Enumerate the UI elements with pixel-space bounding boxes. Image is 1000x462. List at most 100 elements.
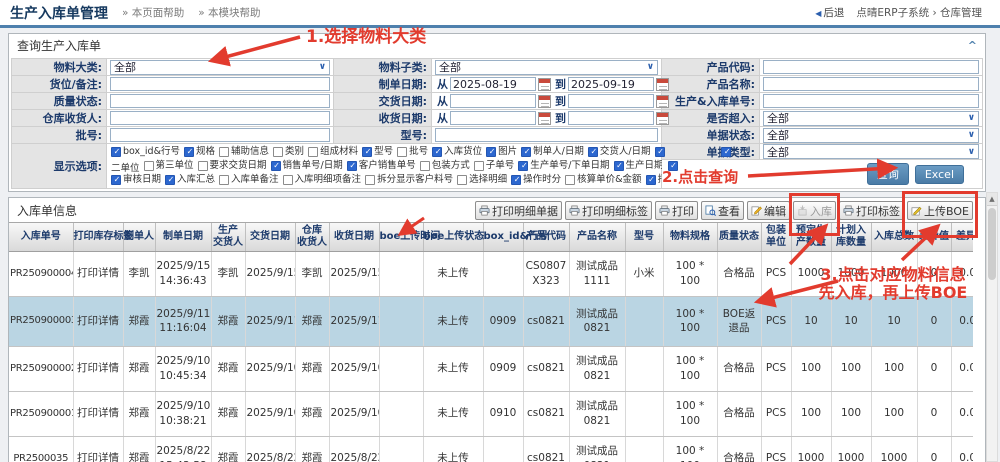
toolbar-button-上传BOE[interactable]: 上传BOE [907,201,973,220]
checkbox-unchecked-icon[interactable] [144,161,154,171]
product-code-input[interactable] [763,60,979,74]
make-date-from-input[interactable] [450,77,536,91]
checkbox-unchecked-icon[interactable] [273,147,283,157]
product-name-input[interactable] [763,77,979,91]
checkbox-checked-icon[interactable] [668,161,678,171]
quality-status-input[interactable] [110,94,330,108]
display-option-checkbox[interactable]: 销售单号/日期 [271,159,343,173]
table-row[interactable]: PR2500035打印详情郑霞2025/8/22 15:43:58郑霞2025/… [9,436,973,462]
calendar-icon[interactable] [656,78,669,91]
delivery-date-to-input[interactable] [568,94,654,108]
print-detail-link[interactable]: 打印详情 [73,436,123,462]
toolbar-button-打印明细标签[interactable]: 打印明细标签 [565,201,652,220]
print-detail-link[interactable]: 打印详情 [73,296,123,346]
material-class-select[interactable]: 全部 [110,60,330,75]
display-option-checkbox[interactable]: 客户销售单号 [347,159,416,173]
location-remark-input[interactable] [110,77,330,91]
toolbar-button-打印明细单据[interactable]: 打印明细单据 [475,201,562,220]
vertical-scrollbar[interactable]: ▲ [986,192,998,462]
back-button[interactable]: ◀后退 [815,5,844,20]
display-option-checkbox[interactable]: box_id&行号 [111,145,180,159]
display-option-checkbox[interactable]: 型号 [362,145,393,159]
calendar-icon[interactable] [538,95,551,108]
display-option-checkbox[interactable]: 审核日期 [111,173,161,187]
receive-date-from-input[interactable] [450,111,536,125]
print-detail-link[interactable]: 打印详情 [73,391,123,436]
display-option-checkbox[interactable]: 第三单位 [144,159,194,173]
module-help-link[interactable]: » 本模块帮助 [198,5,260,20]
excel-export-button[interactable]: Excel [915,165,964,184]
query-button[interactable]: 查询 [867,163,909,185]
display-option-checkbox[interactable]: 入库货位 [432,145,482,159]
checkbox-checked-icon[interactable] [521,147,531,157]
checkbox-unchecked-icon[interactable] [219,175,229,185]
checkbox-checked-icon[interactable] [721,147,731,157]
checkbox-unchecked-icon[interactable] [457,175,467,185]
display-option-checkbox[interactable]: 生产单号/下单日期 [518,159,609,173]
doc-type-select[interactable]: 全部 [763,144,979,159]
display-option-checkbox[interactable]: 入库单备注 [219,173,279,187]
collapse-panel-icon[interactable]: ^ [968,39,977,52]
checkbox-checked-icon[interactable] [486,147,496,157]
checkbox-checked-icon[interactable] [111,175,121,185]
checkbox-unchecked-icon[interactable] [365,175,375,185]
checkbox-checked-icon[interactable] [165,175,175,185]
checkbox-checked-icon[interactable] [511,175,521,185]
calendar-icon[interactable] [538,78,551,91]
checkbox-unchecked-icon[interactable] [397,147,407,157]
wh-receiver-input[interactable] [110,111,330,125]
calendar-icon[interactable] [656,112,669,125]
table-row[interactable]: PR250900002打印详情郑霞2025/9/10 10:45:34郑霞202… [9,346,973,391]
display-option-checkbox[interactable]: 核算单价&金额 [565,173,641,187]
display-option-checkbox[interactable]: 批号 [397,145,428,159]
display-option-checkbox[interactable]: 选择明细 [457,173,507,187]
calendar-icon[interactable] [538,112,551,125]
display-option-checkbox[interactable]: 组成材料 [308,145,358,159]
checkbox-checked-icon[interactable] [271,161,281,171]
toolbar-button-编辑[interactable]: 编辑 [747,201,790,220]
display-option-checkbox[interactable]: 规格 [184,145,215,159]
table-row[interactable]: PR250900003打印详情郑霞2025/9/11 11:16:04郑霞202… [9,296,973,346]
checkbox-checked-icon[interactable] [432,147,442,157]
display-option-checkbox[interactable]: 图片 [486,145,517,159]
checkbox-checked-icon[interactable] [184,147,194,157]
checkbox-unchecked-icon[interactable] [198,161,208,171]
checkbox-unchecked-icon[interactable] [420,161,430,171]
checkbox-unchecked-icon[interactable] [474,161,484,171]
checkbox-unchecked-icon[interactable] [308,147,318,157]
display-option-checkbox[interactable]: 要求交货日期 [198,159,267,173]
checkbox-checked-icon[interactable] [655,147,665,157]
batch-no-input[interactable] [110,128,330,142]
over-in-select[interactable]: 全部 [763,111,979,126]
checkbox-checked-icon[interactable] [347,161,357,171]
display-option-checkbox[interactable]: 入库明细项备注 [283,173,362,187]
checkbox-checked-icon[interactable] [111,147,121,157]
display-option-checkbox[interactable]: 子单号 [474,159,515,173]
delivery-date-from-input[interactable] [450,94,536,108]
receive-date-to-input[interactable] [568,111,654,125]
calendar-icon[interactable] [656,95,669,108]
display-option-checkbox[interactable]: 类别 [273,145,304,159]
table-row[interactable]: PR250900004打印详情李凯2025/9/15 14:36:43李凯202… [9,251,973,296]
table-row[interactable]: PR250900001打印详情郑霞2025/9/10 10:38:21郑霞202… [9,391,973,436]
checkbox-unchecked-icon[interactable] [219,147,229,157]
toolbar-button-打印标签[interactable]: 打印标签 [839,201,904,220]
checkbox-checked-icon[interactable] [518,161,528,171]
material-subclass-select[interactable]: 全部 [435,60,658,75]
toolbar-button-打印[interactable]: 打印 [655,201,698,220]
display-option-checkbox[interactable]: 制单人/日期 [521,145,584,159]
doc-status-select[interactable]: 全部 [763,128,979,143]
prod-in-no-input[interactable] [763,94,979,108]
make-date-to-input[interactable] [568,77,654,91]
model-input[interactable] [435,128,658,142]
display-option-checkbox[interactable]: 交货人/日期 [588,145,651,159]
print-detail-link[interactable]: 打印详情 [73,346,123,391]
display-option-checkbox[interactable]: 入库汇总 [165,173,215,187]
toolbar-button-查看[interactable]: 查看 [701,201,744,220]
checkbox-checked-icon[interactable] [614,161,624,171]
scrollbar-thumb[interactable] [988,208,996,280]
checkbox-checked-icon[interactable] [646,175,656,185]
checkbox-checked-icon[interactable] [588,147,598,157]
checkbox-checked-icon[interactable] [362,147,372,157]
checkbox-unchecked-icon[interactable] [283,175,293,185]
